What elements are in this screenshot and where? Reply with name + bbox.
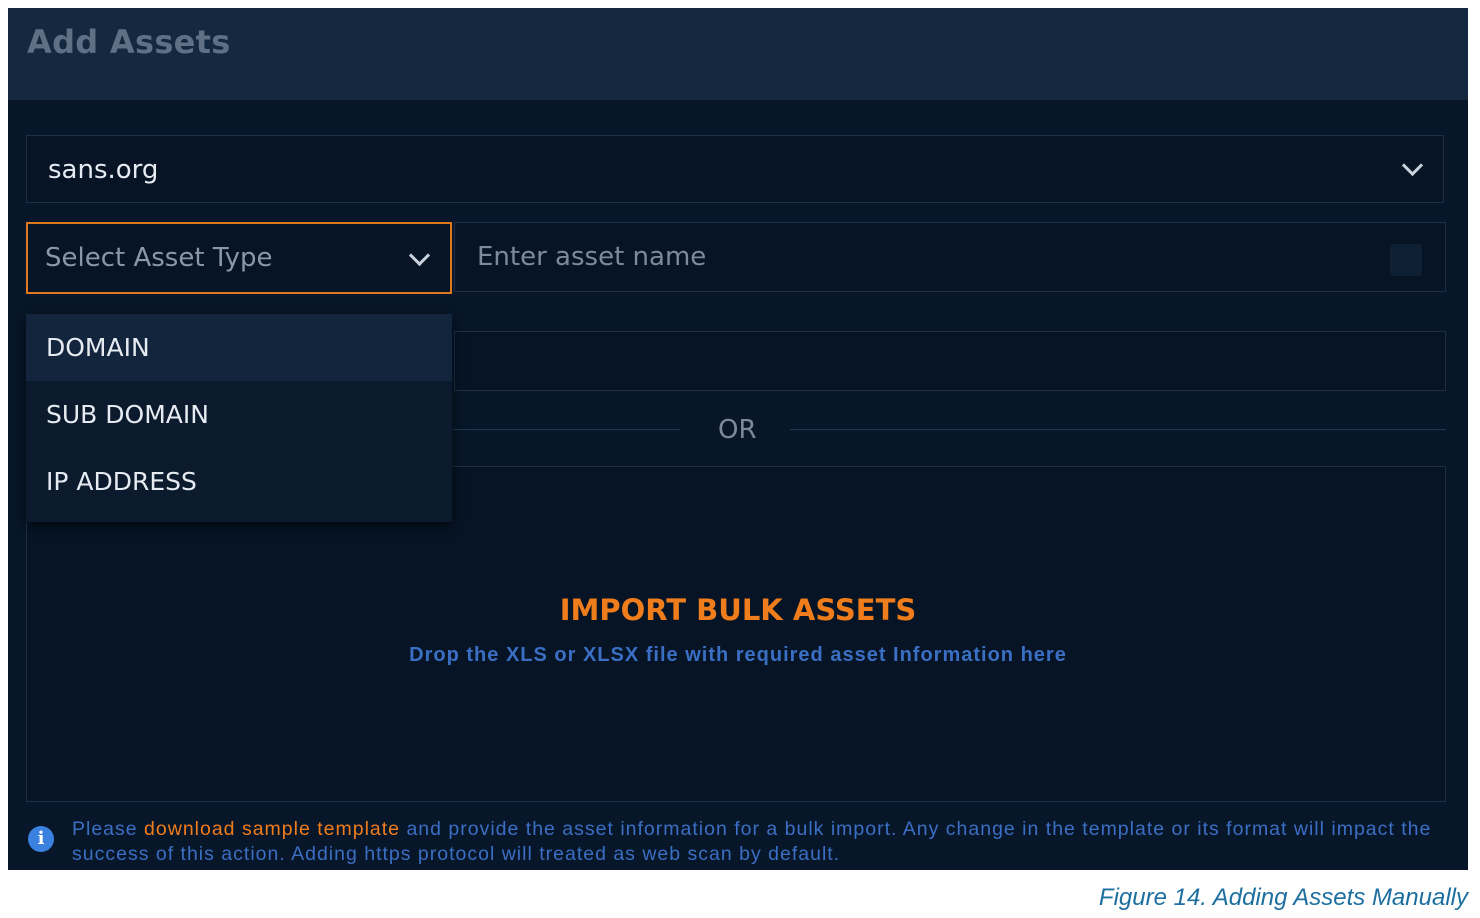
asset-type-placeholder: Select Asset Type bbox=[45, 243, 273, 273]
dropdown-option-ip-address[interactable]: IP ADDRESS bbox=[26, 448, 452, 515]
page-title: Add Assets bbox=[27, 23, 231, 61]
chevron-down-icon bbox=[1401, 154, 1424, 177]
info-icon: i bbox=[28, 826, 54, 852]
input-clear-icon[interactable] bbox=[1390, 244, 1422, 276]
dropdown-option-domain[interactable]: DOMAIN bbox=[26, 314, 452, 381]
or-divider-line-left bbox=[452, 429, 680, 430]
add-assets-panel: Add Assets sans.org Select Asset Type OR… bbox=[8, 8, 1468, 870]
bulk-import-note: Please download sample template and prov… bbox=[72, 817, 1452, 867]
asset-type-dropdown: DOMAIN SUB DOMAIN IP ADDRESS bbox=[26, 314, 452, 522]
import-bulk-subtitle: Drop the XLS or XLSX file with required … bbox=[409, 644, 1067, 666]
panel-header: Add Assets bbox=[8, 8, 1468, 100]
dropdown-option-sub-domain[interactable]: SUB DOMAIN bbox=[26, 381, 452, 448]
download-template-link[interactable]: download sample template bbox=[144, 818, 400, 840]
or-divider-line-right bbox=[790, 429, 1446, 430]
note-prefix: Please bbox=[72, 818, 145, 840]
or-divider-label: OR bbox=[718, 415, 757, 445]
asset-name-input[interactable] bbox=[454, 222, 1446, 292]
figure-caption: Figure 14. Adding Assets Manually bbox=[1098, 884, 1468, 911]
asset-secondary-input[interactable] bbox=[454, 331, 1446, 391]
chevron-down-icon bbox=[408, 244, 431, 267]
import-bulk-title: IMPORT BULK ASSETS bbox=[559, 593, 917, 627]
asset-type-select[interactable]: Select Asset Type bbox=[26, 222, 452, 294]
organization-select-value: sans.org bbox=[48, 155, 159, 185]
organization-select[interactable]: sans.org bbox=[26, 135, 1444, 203]
